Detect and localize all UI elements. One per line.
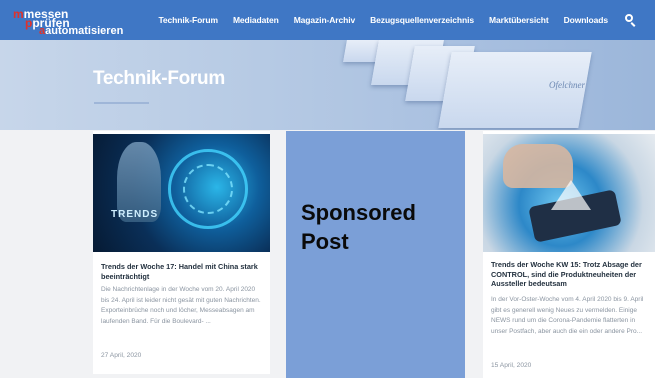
article-image[interactable]: TRENDS: [93, 134, 270, 252]
sponsored-post-block[interactable]: Sponsored Post: [286, 131, 465, 378]
article-excerpt: In der Vor-Oster-Woche vom 4. April 2020…: [491, 296, 644, 335]
article-card[interactable]: Trends der Woche KW 15: Trotz Absage der…: [483, 131, 655, 378]
hero-machine-image: Ofelchner: [343, 40, 595, 130]
hero-brand-text: Ofelchner: [549, 80, 585, 90]
image-caption: TRENDS: [111, 209, 159, 220]
article-date: 15 April, 2020: [491, 362, 532, 369]
article-date: 27 April, 2020: [101, 352, 142, 359]
site-logo[interactable]: mmessen pprüfen aautomatisieren: [13, 6, 153, 37]
nav-item-marktuebersicht[interactable]: Marktübersicht: [489, 15, 549, 25]
title-underline: [94, 102, 149, 104]
top-navigation-bar: mmessen pprüfen aautomatisieren Technik-…: [0, 0, 655, 40]
page-title: Technik-Forum: [93, 68, 225, 89]
hero-banner: Ofelchner Technik-Forum: [0, 40, 655, 130]
nav-item-magazin-archiv[interactable]: Magazin-Archiv: [294, 15, 356, 25]
article-excerpt: Die Nachrichtenlage in der Woche vom 20.…: [101, 286, 261, 325]
article-card[interactable]: TRENDS Trends der Woche 17: Handel mit C…: [93, 131, 270, 374]
nav-item-technik-forum[interactable]: Technik-Forum: [158, 15, 218, 25]
article-image[interactable]: [483, 134, 655, 252]
article-title[interactable]: Trends der Woche KW 15: Trotz Absage der…: [491, 260, 651, 289]
nav-item-downloads[interactable]: Downloads: [564, 15, 609, 25]
nav-item-bezugsquellenverzeichnis[interactable]: Bezugsquellenverzeichnis: [370, 15, 474, 25]
article-title[interactable]: Trends der Woche 17: Handel mit China st…: [101, 262, 263, 281]
search-icon[interactable]: [623, 12, 639, 28]
sponsored-label: Sponsored Post: [301, 200, 416, 254]
nav-item-mediadaten[interactable]: Mediadaten: [233, 15, 279, 25]
main-navigation: Technik-Forum Mediadaten Magazin-Archiv …: [158, 0, 655, 40]
